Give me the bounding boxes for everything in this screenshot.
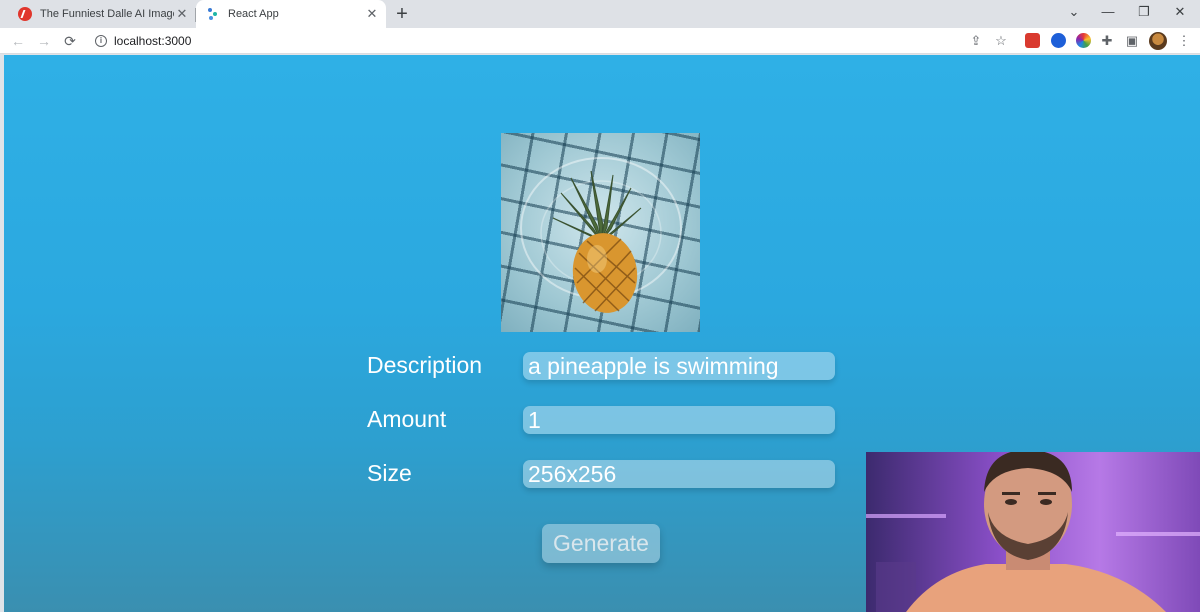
close-icon[interactable]: ✕ (364, 6, 380, 22)
chevron-down-icon[interactable]: ⌄ (1064, 4, 1084, 20)
browser-toolbar: ← → ⟳ i localhost:3000 ⇪ ☆ ✚ ▣ ⋮ (0, 28, 1200, 54)
close-icon[interactable]: ✕ (174, 6, 190, 22)
webcam-overlay (866, 452, 1200, 612)
tab-funniest-dalle[interactable]: The Funniest Dalle AI Images Fro ✕ (8, 0, 196, 28)
arrow-right-icon[interactable]: → (34, 31, 54, 51)
share-icon[interactable]: ⇪ (968, 33, 984, 49)
puzzle-icon[interactable]: ✚ (1099, 33, 1115, 49)
side-panel-icon[interactable]: ▣ (1124, 33, 1140, 49)
close-window-icon[interactable]: ✕ (1170, 4, 1190, 20)
tab-title: The Funniest Dalle AI Images Fro (40, 8, 174, 20)
info-icon[interactable]: i (95, 35, 107, 47)
kebab-menu-icon[interactable]: ⋮ (1176, 33, 1192, 49)
reload-icon[interactable]: ⟳ (60, 31, 80, 51)
extension-color-icon[interactable] (1076, 33, 1091, 48)
tab-strip: The Funniest Dalle AI Images Fro ✕ React… (0, 0, 1200, 28)
amount-input[interactable] (523, 406, 835, 434)
size-label: Size (367, 460, 412, 486)
size-input[interactable] (523, 460, 835, 488)
profile-avatar[interactable] (1149, 32, 1167, 50)
minimize-icon[interactable]: — (1098, 4, 1118, 19)
restore-icon[interactable]: ❐ (1134, 4, 1154, 20)
generated-image (501, 133, 700, 332)
description-input[interactable] (523, 352, 835, 380)
tab-title: React App (228, 8, 279, 20)
react-app-favicon-icon (206, 7, 220, 21)
amount-label: Amount (367, 406, 447, 432)
new-tab-button[interactable]: + (392, 3, 412, 26)
red-favicon-icon (18, 7, 32, 21)
address-bar[interactable]: localhost:3000 (114, 34, 191, 48)
tab-react-app[interactable]: React App ✕ (196, 0, 386, 28)
arrow-left-icon[interactable]: ← (8, 31, 28, 51)
star-icon[interactable]: ☆ (993, 33, 1009, 49)
description-label: Description (367, 352, 483, 378)
extension-blue-icon[interactable] (1051, 33, 1066, 48)
generate-button[interactable]: Generate (542, 524, 660, 563)
extension-red-icon[interactable] (1025, 33, 1040, 48)
